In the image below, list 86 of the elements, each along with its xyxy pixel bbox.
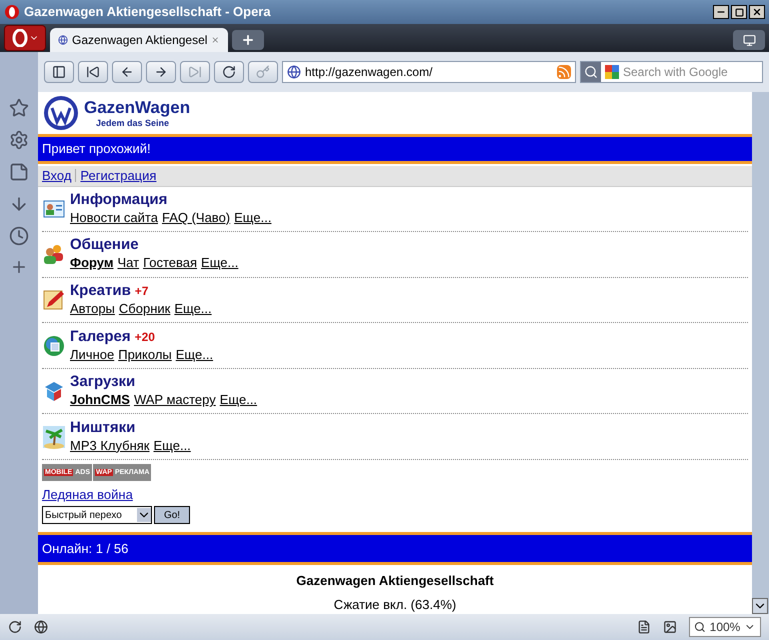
rewind-button[interactable] <box>78 61 108 83</box>
section-link[interactable]: FAQ (Чаво) <box>162 208 230 227</box>
section-link[interactable]: Гостевая <box>143 254 198 272</box>
section-link[interactable]: Приколы <box>118 346 172 364</box>
panel-toggle-button[interactable] <box>44 61 74 83</box>
section-link[interactable]: Еще... <box>201 254 238 272</box>
new-count: +20 <box>134 328 155 346</box>
section-link[interactable]: Еще... <box>176 346 214 364</box>
site-slogan: Jedem das Seine <box>96 118 170 130</box>
opera-logo-icon <box>4 4 20 20</box>
maximize-button[interactable] <box>731 5 747 19</box>
address-field[interactable]: http://gazenwagen.com/ <box>282 61 576 83</box>
globe-icon <box>287 65 301 79</box>
reload-icon <box>222 65 236 79</box>
new-count: +7 <box>134 283 148 300</box>
auth-link[interactable]: Регистрация <box>80 166 156 186</box>
zoom-field[interactable]: 100% <box>689 617 761 637</box>
section-link[interactable]: Новости сайта <box>70 208 158 227</box>
forward-icon <box>154 65 168 79</box>
compression-text: Сжатие вкл. (63.4%) <box>332 596 458 614</box>
greeting-bar: Привет прохожий! <box>38 134 752 164</box>
section-link[interactable]: JohnCMS <box>70 391 130 410</box>
search-icon <box>581 62 601 82</box>
footer-title: Gazenwagen Aktiengesellschaft <box>295 572 495 590</box>
section-title: Загрузки <box>70 373 136 392</box>
pencil-icon <box>42 288 66 312</box>
sync-icon[interactable] <box>8 620 22 634</box>
auth-link[interactable]: Вход <box>42 166 72 186</box>
section-link[interactable]: Еще... <box>234 208 272 227</box>
quick-nav-select[interactable]: Быстрый перехо <box>42 506 152 524</box>
new-tab-button[interactable] <box>232 30 264 50</box>
search-field[interactable]: Search with Google <box>580 61 763 83</box>
page-icon[interactable] <box>637 620 651 634</box>
close-icon <box>752 7 762 17</box>
section-title: Галерея <box>70 328 131 346</box>
add-panel-icon[interactable] <box>10 258 28 276</box>
opera-menu-button[interactable] <box>4 25 46 51</box>
back-button[interactable] <box>112 61 142 83</box>
online-bar: Онлайн: 1 / 56 <box>38 532 752 566</box>
key-icon <box>256 65 270 79</box>
forward-button[interactable] <box>146 61 176 83</box>
site-logo-text: GazenWagen <box>84 96 190 118</box>
tab-panel-button[interactable] <box>733 30 765 50</box>
back-icon <box>120 65 134 79</box>
rewind-icon <box>86 65 100 79</box>
minimize-button[interactable] <box>713 5 729 19</box>
image-icon[interactable] <box>663 620 677 634</box>
rss-icon[interactable] <box>557 65 571 79</box>
game-link[interactable]: Ледяная война <box>42 484 748 504</box>
note-icon[interactable] <box>9 162 29 182</box>
section-title: Ништяки <box>70 418 136 437</box>
scroll-down-icon[interactable] <box>752 598 768 614</box>
search-icon <box>694 621 706 633</box>
browser-tab[interactable]: Gazenwagen Aktiengesel <box>50 28 228 52</box>
section-link[interactable]: Еще... <box>154 436 191 455</box>
palm-tree-icon <box>42 424 66 449</box>
globe-picture-icon <box>42 334 66 358</box>
close-button[interactable] <box>749 5 765 19</box>
section-link[interactable]: WAP мастеру <box>134 391 216 410</box>
reload-button[interactable] <box>214 61 244 83</box>
window-title: Gazenwagen Aktiengesellschaft - Opera <box>24 3 271 22</box>
section-link[interactable]: Форум <box>70 254 114 272</box>
users-icon <box>42 242 66 266</box>
go-button[interactable]: Go! <box>154 506 190 524</box>
panel-icon <box>52 65 66 79</box>
section-title: Общение <box>70 236 139 254</box>
settings-icon[interactable] <box>9 130 29 150</box>
google-logo-icon <box>605 65 619 79</box>
fast-forward-icon <box>188 65 202 79</box>
plus-icon <box>241 33 255 47</box>
section-link[interactable]: Личное <box>70 346 114 364</box>
maximize-icon <box>734 8 744 16</box>
bookmark-icon[interactable] <box>9 98 29 118</box>
history-icon[interactable] <box>9 226 29 246</box>
monitor-icon <box>742 34 756 46</box>
section-link[interactable]: MP3 Клубняк <box>70 436 150 455</box>
globe-icon[interactable] <box>34 620 48 634</box>
section-link[interactable]: Чат <box>117 254 140 272</box>
section-title: Креатив <box>70 282 131 300</box>
section-link[interactable]: Авторы <box>70 300 115 318</box>
section-link[interactable]: Еще... <box>174 300 212 318</box>
section-link[interactable]: Сборник <box>118 300 170 318</box>
section-title: Информация <box>70 190 168 209</box>
globe-icon <box>58 33 68 47</box>
opera-logo-icon <box>11 29 29 47</box>
section-link[interactable]: Еще... <box>220 391 258 410</box>
